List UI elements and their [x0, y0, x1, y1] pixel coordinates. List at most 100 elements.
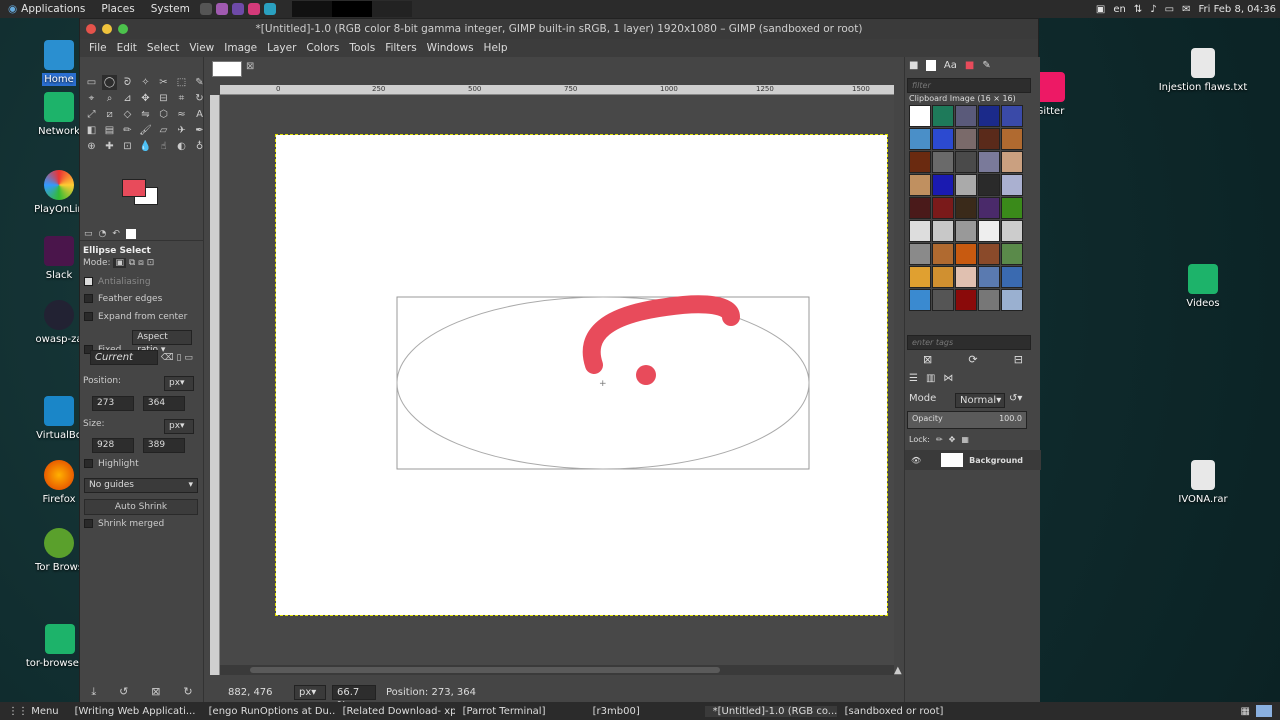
clear-icon[interactable]: ⌫: [161, 353, 174, 363]
mode-replace-icon[interactable]: ▣: [113, 258, 126, 268]
ellipse-select-icon[interactable]: ◯: [102, 75, 117, 90]
shear-icon[interactable]: ⧄: [102, 107, 117, 122]
desktop-icon-injestion[interactable]: Injestion flaws.txt: [1158, 48, 1248, 93]
menu-edit[interactable]: Edit: [112, 42, 142, 54]
menu-tools[interactable]: Tools: [344, 42, 380, 54]
highlight-row[interactable]: Highlight: [80, 459, 204, 469]
image-tab[interactable]: [212, 61, 242, 77]
gradient-icon[interactable]: ▤: [102, 123, 117, 138]
scissors-icon[interactable]: ✂: [156, 75, 171, 90]
desktop-icon-ivona[interactable]: IVONA.rar: [1168, 460, 1238, 505]
launcher-icon[interactable]: [215, 3, 228, 15]
bucket-fill-icon[interactable]: ◧: [84, 123, 99, 138]
taskbar-item[interactable]: [r3mb00]: [585, 706, 705, 717]
show-desktop-icon[interactable]: ▦: [1241, 706, 1250, 717]
restore-options-icon[interactable]: ↺: [119, 685, 128, 699]
lasso-icon[interactable]: ᘐ: [120, 75, 135, 90]
menu-colors[interactable]: Colors: [301, 42, 344, 54]
dodge-icon[interactable]: ◐: [174, 139, 189, 154]
canvas-view[interactable]: +: [220, 95, 894, 665]
smudge-icon[interactable]: ☝: [156, 139, 171, 154]
pattern-filter-input[interactable]: filter: [907, 78, 1031, 93]
flip-icon[interactable]: ⇋: [138, 107, 153, 122]
clock[interactable]: Fri Feb 8, 04:36: [1198, 4, 1276, 15]
system-menu[interactable]: System: [143, 3, 198, 15]
layer-row-background[interactable]: 👁 Background: [905, 450, 1041, 470]
shrink-merged-row[interactable]: Shrink merged: [80, 519, 204, 529]
pattern-grid[interactable]: [909, 105, 1023, 311]
paths-tab-icon[interactable]: ⋈: [943, 373, 953, 384]
menu-file[interactable]: File: [84, 42, 112, 54]
launcher-icon[interactable]: [247, 3, 260, 15]
launcher-icon[interactable]: [199, 3, 212, 15]
mode-intersect-icon[interactable]: ⊡: [147, 258, 155, 268]
taskbar-item[interactable]: [sandboxed or root]: [837, 706, 977, 717]
guides-select[interactable]: No guides ▾: [84, 478, 198, 493]
clone-icon[interactable]: ⊕: [84, 139, 99, 154]
desktop-icon-videos[interactable]: Videos: [1168, 264, 1238, 309]
auto-shrink-button[interactable]: Auto Shrink: [84, 499, 198, 515]
move-icon[interactable]: ✥: [138, 91, 153, 106]
position-unit-select[interactable]: px▾: [164, 376, 194, 391]
opacity-slider[interactable]: Opacity 100.0: [907, 411, 1027, 429]
network-icon[interactable]: ⇅: [1134, 4, 1142, 15]
cage-icon[interactable]: ⬡: [156, 107, 171, 122]
scale-icon[interactable]: ⤢: [84, 107, 99, 122]
paint-dynamics-icon[interactable]: ✎: [982, 60, 990, 71]
places-menu[interactable]: Places: [93, 3, 142, 15]
move-tool-icon[interactable]: ▭: [84, 75, 99, 90]
lock-pixels-icon[interactable]: ✏: [936, 435, 943, 444]
launcher-icon[interactable]: [231, 3, 244, 15]
align-icon[interactable]: ⊟: [156, 91, 171, 106]
open-pattern-icon[interactable]: ⊟: [1014, 353, 1023, 366]
undo-history-tab-icon[interactable]: ↶: [112, 229, 120, 240]
taskbar-menu[interactable]: ⋮⋮ Menu: [0, 706, 67, 717]
warp-icon[interactable]: ≈: [174, 107, 189, 122]
display-icon[interactable]: ▭: [1165, 4, 1174, 15]
layers-tab-icon[interactable]: ☰: [909, 373, 918, 384]
eraser-icon[interactable]: ▱: [156, 123, 171, 138]
foreground-select-icon[interactable]: ⬚: [174, 75, 189, 90]
volume-icon[interactable]: ♪: [1150, 4, 1156, 15]
menu-view[interactable]: View: [184, 42, 219, 54]
tool-options-tab-icon[interactable]: ▭: [84, 229, 93, 240]
antialiasing-row[interactable]: Antialiasing: [80, 277, 204, 287]
blur-icon[interactable]: 💧: [138, 139, 153, 154]
launcher-icon[interactable]: [263, 3, 276, 15]
menu-windows[interactable]: Windows: [422, 42, 479, 54]
save-options-icon[interactable]: ⤓: [91, 685, 96, 699]
scroll-thumb[interactable]: [250, 667, 720, 673]
menu-image[interactable]: Image: [219, 42, 262, 54]
refresh-patterns-icon[interactable]: ⟳: [968, 353, 977, 366]
highlight-checkbox[interactable]: [84, 459, 93, 468]
tags-input[interactable]: enter tags: [907, 335, 1031, 350]
current-field[interactable]: Current: [90, 350, 158, 365]
zoom-select[interactable]: 66.7 %▾: [332, 684, 376, 711]
channels-tab-icon[interactable]: ▥: [926, 373, 935, 384]
color-picker-icon[interactable]: ⌖: [84, 91, 99, 106]
applications-menu[interactable]: ◉ Applications: [0, 3, 93, 15]
close-tab-icon[interactable]: ⊠: [246, 61, 254, 72]
feather-row[interactable]: Feather edges: [80, 294, 204, 304]
taskbar-item[interactable]: [Related Download- xp...: [335, 706, 455, 717]
heal-icon[interactable]: ✚: [102, 139, 117, 154]
shrink-merged-checkbox[interactable]: [84, 519, 93, 528]
mode-add-icon[interactable]: ⧉: [129, 258, 135, 268]
taskbar-item[interactable]: [Writing Web Applicati...: [67, 706, 201, 717]
perspective-clone-icon[interactable]: ⊡: [120, 139, 135, 154]
fonts-tab-icon[interactable]: Aa: [944, 60, 957, 71]
taskbar-item-active[interactable]: *[Untitled]-1.0 (RGB co...: [704, 705, 837, 717]
reset-mode-icon[interactable]: ↺▾: [1009, 393, 1022, 404]
screenshot-icon[interactable]: ▣: [1096, 4, 1105, 15]
workspace-icon[interactable]: [1256, 705, 1272, 717]
gradients-tab-icon[interactable]: ■: [965, 60, 974, 71]
landscape-icon[interactable]: ▭: [184, 353, 193, 363]
airbrush-icon[interactable]: ✈: [174, 123, 189, 138]
menu-select[interactable]: Select: [142, 42, 184, 54]
images-tab-icon[interactable]: [125, 229, 136, 239]
size-width-input[interactable]: 928: [92, 438, 134, 453]
expand-row[interactable]: Expand from center: [80, 312, 204, 322]
perspective-icon[interactable]: ◇: [120, 107, 135, 122]
menu-layer[interactable]: Layer: [262, 42, 301, 54]
brushes-tab-icon[interactable]: ■: [909, 60, 918, 71]
